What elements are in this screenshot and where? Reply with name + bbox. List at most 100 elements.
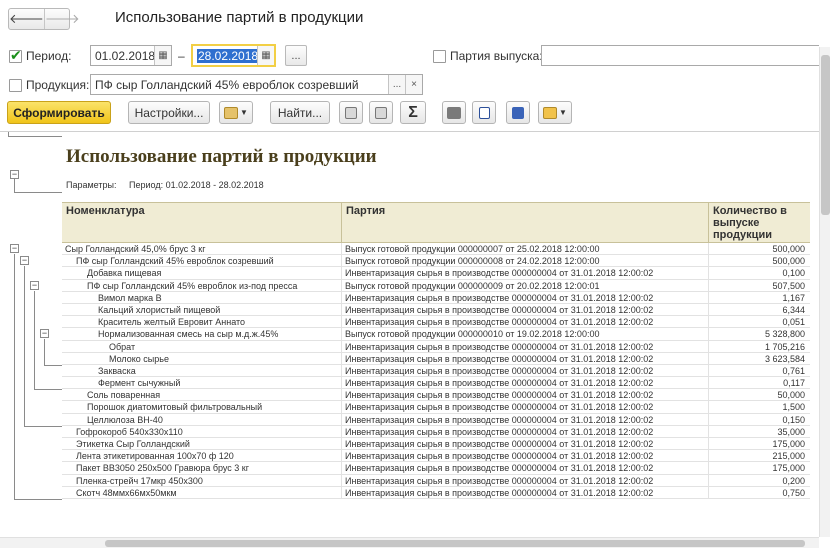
- save-button[interactable]: [506, 101, 530, 124]
- table-row[interactable]: Вимол марка В Инвентаризация сырья в прои…: [62, 291, 810, 304]
- collapse-groups-button[interactable]: [339, 101, 363, 124]
- table-row[interactable]: Гофрокороб 540х330х110 Инвентаризация сыр…: [62, 425, 810, 438]
- cell-quantity: 0,750: [708, 486, 808, 499]
- clear-product-button[interactable]: ×: [405, 75, 422, 94]
- table-row[interactable]: Порошок диатомитовый фильтровальный Инвен…: [62, 401, 810, 414]
- generate-button[interactable]: Сформировать: [7, 101, 111, 124]
- batch-field[interactable]: [541, 45, 819, 66]
- cell-batch: Инвентаризация сырья в производстве 0000…: [341, 438, 708, 450]
- cell-batch: Инвентаризация сырья в производстве 0000…: [341, 425, 708, 438]
- cell-quantity: 175,000: [708, 462, 808, 475]
- date-from-value: 01.02.2018: [95, 48, 154, 63]
- cell-nomenclature: Целлюлоза ВН-40: [87, 414, 163, 425]
- cell-batch: Инвентаризация сырья в производстве 0000…: [341, 389, 708, 402]
- select-product-button[interactable]: ...: [388, 75, 405, 94]
- cell-nomenclature: ПФ сыр Голландский 45% евроблок созревши…: [76, 256, 274, 267]
- table-row[interactable]: Целлюлоза ВН-40 Инвентаризация сырья в пр…: [62, 413, 810, 426]
- collapse-group-icon[interactable]: −: [20, 256, 29, 266]
- product-checkbox[interactable]: [9, 79, 22, 92]
- report-table: Сыр Голландский 45,0% брус 3 кг Выпуск го…: [62, 243, 810, 499]
- table-row[interactable]: Пленка-стрейч 17мкр 450х300 Инвентаризаци…: [62, 474, 810, 487]
- cell-nomenclature: Обрат: [109, 341, 136, 352]
- printer-icon: [447, 106, 461, 119]
- send-email-button[interactable]: ▼: [538, 101, 572, 124]
- table-row[interactable]: ПФ сыр Голландский 45% евроблок из-под п…: [62, 279, 810, 292]
- collapse-group-icon[interactable]: −: [10, 244, 19, 253]
- forward-button[interactable]: 🡒: [43, 9, 80, 29]
- cell-batch: Инвентаризация сырья в производстве 0000…: [341, 462, 708, 475]
- calendar-icon[interactable]: ▦: [257, 46, 274, 65]
- date-to-field[interactable]: 28.02.2018 ▦: [191, 44, 276, 67]
- cell-nomenclature: Добавка пищевая: [87, 268, 162, 279]
- period-label: Период:: [26, 49, 72, 63]
- table-row[interactable]: Фермент сычужный Инвентаризация сырья в п…: [62, 377, 810, 390]
- cell-quantity: 0,761: [708, 364, 808, 377]
- expand-groups-icon: [375, 106, 387, 119]
- table-row[interactable]: Закваска Инвентаризация сырья в производс…: [62, 364, 810, 378]
- table-row[interactable]: Молоко сырье Инвентаризация сырья в произ…: [62, 352, 810, 365]
- cell-quantity: 50,000: [708, 389, 808, 402]
- product-label: Продукция:: [26, 78, 90, 92]
- arrow-left-icon: 🡐: [9, 11, 44, 26]
- table-row[interactable]: Соль поваренная Инвентаризация сырья в пр…: [62, 389, 810, 402]
- cell-batch: Инвентаризация сырья в производстве 0000…: [341, 340, 708, 353]
- cell-nomenclature: Соль поваренная: [87, 390, 161, 401]
- table-row[interactable]: ПФ сыр Голландский 45% евроблок созревши…: [62, 255, 810, 268]
- expand-groups-button[interactable]: [369, 101, 393, 124]
- product-field[interactable]: ПФ сыр Голландский 45% евроблок созревши…: [90, 74, 423, 95]
- cell-batch: Выпуск готовой продукции 000000008 от 24…: [341, 255, 708, 268]
- cell-nomenclature: Краситель желтый Евровит Аннато: [98, 317, 246, 328]
- table-row[interactable]: Нормализованная смесь на сыр м.д.ж.45% Вы…: [62, 328, 810, 341]
- horizontal-scrollbar[interactable]: [0, 537, 819, 548]
- report-area[interactable]: − Использование партий в продукции Парам…: [0, 131, 830, 535]
- period-checkbox[interactable]: [9, 47, 22, 64]
- collapse-group-icon[interactable]: −: [30, 280, 39, 290]
- vertical-scrollbar[interactable]: [819, 47, 830, 537]
- cell-batch: Инвентаризация сырья в производстве 0000…: [341, 450, 708, 463]
- cell-nomenclature: Сыр Голландский 45,0% брус 3 кг: [65, 244, 206, 254]
- preview-button[interactable]: [472, 101, 496, 124]
- date-dash: –: [178, 49, 185, 63]
- date-to-value: 28.02.2018: [197, 48, 257, 63]
- batch-checkbox[interactable]: [433, 50, 446, 63]
- table-row[interactable]: Этикетка Сыр Голландский Инвентаризация с…: [62, 438, 810, 451]
- cell-quantity: 215,000: [708, 450, 808, 463]
- cell-batch: Инвентаризация сырья в производстве 0000…: [341, 352, 708, 365]
- cell-nomenclature: Кальций хлористый пищевой: [98, 304, 221, 315]
- collapse-groups-icon: [345, 106, 357, 119]
- cell-quantity: 500,000: [708, 255, 808, 268]
- table-row[interactable]: Скотч 48ммх66мх50мкм Инвентаризация сырья…: [62, 486, 810, 499]
- table-row[interactable]: Сыр Голландский 45,0% брус 3 кг Выпуск го…: [62, 243, 810, 256]
- table-row[interactable]: Пакет BB3050 250х500 Гравюра брус 3 кг Ин…: [62, 462, 810, 475]
- back-button[interactable]: 🡐: [9, 9, 44, 29]
- cell-batch: Инвентаризация сырья в производстве 0000…: [341, 486, 708, 499]
- column-header-quantity: Количество в выпуске продукции: [708, 203, 808, 243]
- date-from-field[interactable]: 01.02.2018 ▦: [90, 45, 172, 66]
- dropdown-icon: ▼: [559, 108, 567, 117]
- cell-batch: Инвентаризация сырья в производстве 0000…: [341, 364, 708, 377]
- table-row[interactable]: Кальций хлористый пищевой Инвентаризация …: [62, 303, 810, 317]
- calendar-icon[interactable]: ▦: [154, 46, 171, 65]
- cell-quantity: 35,000: [708, 425, 808, 438]
- settings-button[interactable]: Настройки...: [128, 101, 210, 124]
- table-row[interactable]: Обрат Инвентаризация сырья в производстве…: [62, 340, 810, 353]
- table-row[interactable]: Лента этикетированная 100х70 ф 120 Инвент…: [62, 450, 810, 463]
- table-header: Номенклатура Партия Количество в выпуске…: [62, 202, 810, 243]
- print-button[interactable]: [442, 101, 466, 124]
- cell-batch: Выпуск готовой продукции 000000007 от 25…: [341, 243, 708, 255]
- cell-nomenclature: Скотч 48ммх66мх50мкм: [76, 487, 177, 498]
- select-period-button[interactable]: ...: [285, 45, 307, 66]
- column-header-nomenclature: Номенклатура: [66, 205, 145, 217]
- cell-quantity: 3 623,584: [708, 352, 808, 365]
- collapse-group-icon[interactable]: −: [40, 329, 49, 339]
- sum-button[interactable]: Σ: [400, 101, 426, 124]
- cell-quantity: 0,100: [708, 267, 808, 280]
- find-button[interactable]: Найти...: [270, 101, 330, 124]
- collapse-header-icon[interactable]: −: [10, 170, 19, 179]
- variant-menu-button[interactable]: ▼: [219, 101, 253, 124]
- table-row[interactable]: Краситель желтый Евровит Аннато Инвентари…: [62, 316, 810, 329]
- cell-batch: Инвентаризация сырья в производстве 0000…: [341, 303, 708, 316]
- cell-quantity: 500,000: [708, 243, 808, 255]
- cell-batch: Инвентаризация сырья в производстве 0000…: [341, 316, 708, 329]
- table-row[interactable]: Добавка пищевая Инвентаризация сырья в пр…: [62, 267, 810, 280]
